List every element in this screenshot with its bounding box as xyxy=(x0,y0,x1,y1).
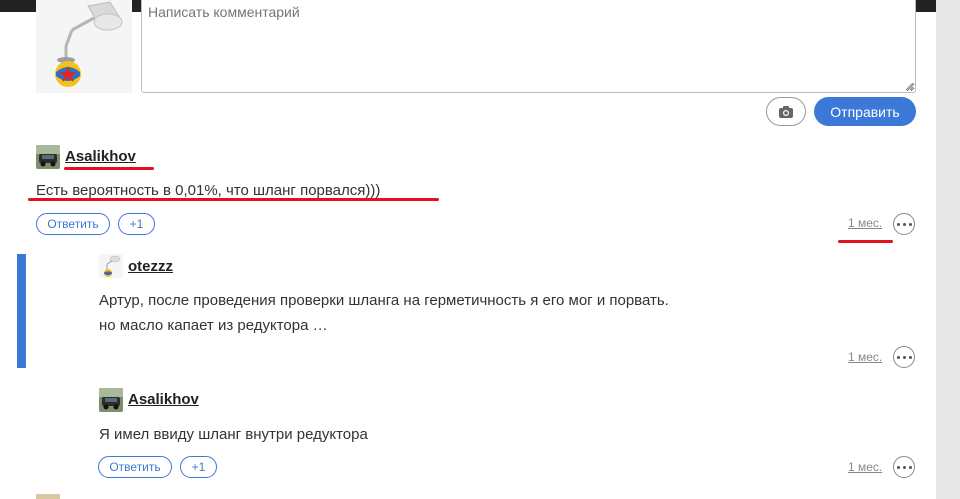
more-dots-icon[interactable] xyxy=(893,456,915,478)
comment-author[interactable]: otezzz xyxy=(128,258,173,275)
reply-thread-indicator xyxy=(17,254,26,368)
car-avatar-icon xyxy=(99,388,123,412)
current-user-avatar xyxy=(36,0,132,93)
next-comment-avatar-edge xyxy=(36,494,60,499)
comment-timestamp[interactable]: 1 мес. xyxy=(848,350,882,364)
annotation-underline xyxy=(838,240,893,243)
avatar[interactable] xyxy=(99,388,123,412)
plus-one-button[interactable]: +1 xyxy=(180,456,217,478)
page-side-edge xyxy=(936,0,960,499)
comment-author[interactable]: Asalikhov xyxy=(128,391,199,408)
attach-photo-button[interactable] xyxy=(766,97,806,126)
comment-input[interactable] xyxy=(141,0,916,93)
camera-icon xyxy=(779,105,793,118)
more-dots-icon[interactable] xyxy=(893,213,915,235)
lamp-avatar-icon xyxy=(99,254,123,278)
comment-text-line-2: но масло капает из редуктора … xyxy=(99,317,328,334)
car-avatar-icon xyxy=(36,145,60,169)
plus-one-button[interactable]: +1 xyxy=(118,213,155,235)
comment-text: Я имел ввиду шланг внутри редуктора xyxy=(99,426,368,443)
comment-timestamp[interactable]: 1 мес. xyxy=(848,460,882,474)
comment-author[interactable]: Asalikhov xyxy=(65,148,136,165)
avatar[interactable] xyxy=(36,145,60,169)
annotation-underline xyxy=(28,198,439,201)
comment-text-line-1: Артур, после проведения проверки шланга … xyxy=(99,292,669,309)
more-dots-icon[interactable] xyxy=(893,346,915,368)
avatar[interactable] xyxy=(99,254,123,278)
resize-grip-icon[interactable] xyxy=(905,82,914,91)
reply-button[interactable]: Ответить xyxy=(36,213,110,235)
comment-timestamp[interactable]: 1 мес. xyxy=(848,216,882,230)
send-button[interactable]: Отправить xyxy=(814,97,916,126)
annotation-underline xyxy=(64,167,154,170)
reply-button[interactable]: Ответить xyxy=(98,456,172,478)
lamp-avatar-icon xyxy=(36,0,132,93)
